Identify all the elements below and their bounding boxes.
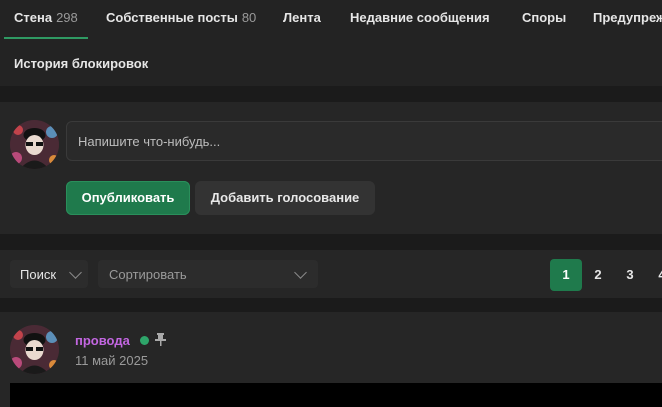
post-input-placeholder: Напишите что-нибудь... — [78, 134, 221, 149]
tab-own-posts-count: 80 — [241, 10, 257, 25]
tab-warnings[interactable]: Предупреж — [593, 10, 662, 25]
tab-recent-messages[interactable]: Недавние сообщения — [350, 10, 490, 25]
avatar-image-icon — [10, 120, 59, 169]
page-4-button[interactable]: 4 — [646, 259, 662, 291]
active-tab-indicator — [4, 37, 88, 39]
online-status-icon — [140, 336, 149, 345]
tab-ban-history[interactable]: История блокировок — [14, 56, 148, 71]
post-media — [10, 383, 662, 407]
chevron-down-icon — [294, 266, 307, 279]
sort-dropdown[interactable]: Сортировать — [98, 260, 318, 288]
page-3-button[interactable]: 3 — [614, 259, 646, 291]
chevron-down-icon — [69, 266, 82, 279]
tab-wall-count: 298 — [56, 10, 78, 25]
publish-button[interactable]: Опубликовать — [66, 181, 190, 215]
post-input[interactable]: Напишите что-нибудь... — [66, 121, 662, 161]
tab-own-posts[interactable]: Собственные посты 80 — [106, 10, 256, 25]
divider — [0, 86, 662, 102]
add-poll-button[interactable]: Добавить голосование — [195, 181, 375, 215]
page-2-button[interactable]: 2 — [582, 259, 614, 291]
tab-disputes[interactable]: Споры — [522, 10, 566, 25]
tab-feed[interactable]: Лента — [283, 10, 321, 25]
divider — [0, 234, 662, 250]
divider — [0, 298, 662, 312]
post-author-avatar[interactable] — [10, 325, 59, 374]
post-author-name[interactable]: провода — [75, 333, 130, 348]
post-date: 11 май 2025 — [75, 353, 149, 368]
avatar-image-icon — [10, 325, 59, 374]
profile-tabs-row2: История блокировок — [0, 40, 662, 86]
tab-wall[interactable]: Стена 298 — [14, 10, 78, 25]
profile-tabs: Стена 298 Собственные посты 80 Лента Недав… — [0, 0, 662, 40]
avatar[interactable] — [10, 120, 59, 169]
page-1-button[interactable]: 1 — [550, 259, 582, 291]
pin-icon — [155, 333, 166, 346]
search-dropdown[interactable]: Поиск — [10, 260, 88, 288]
